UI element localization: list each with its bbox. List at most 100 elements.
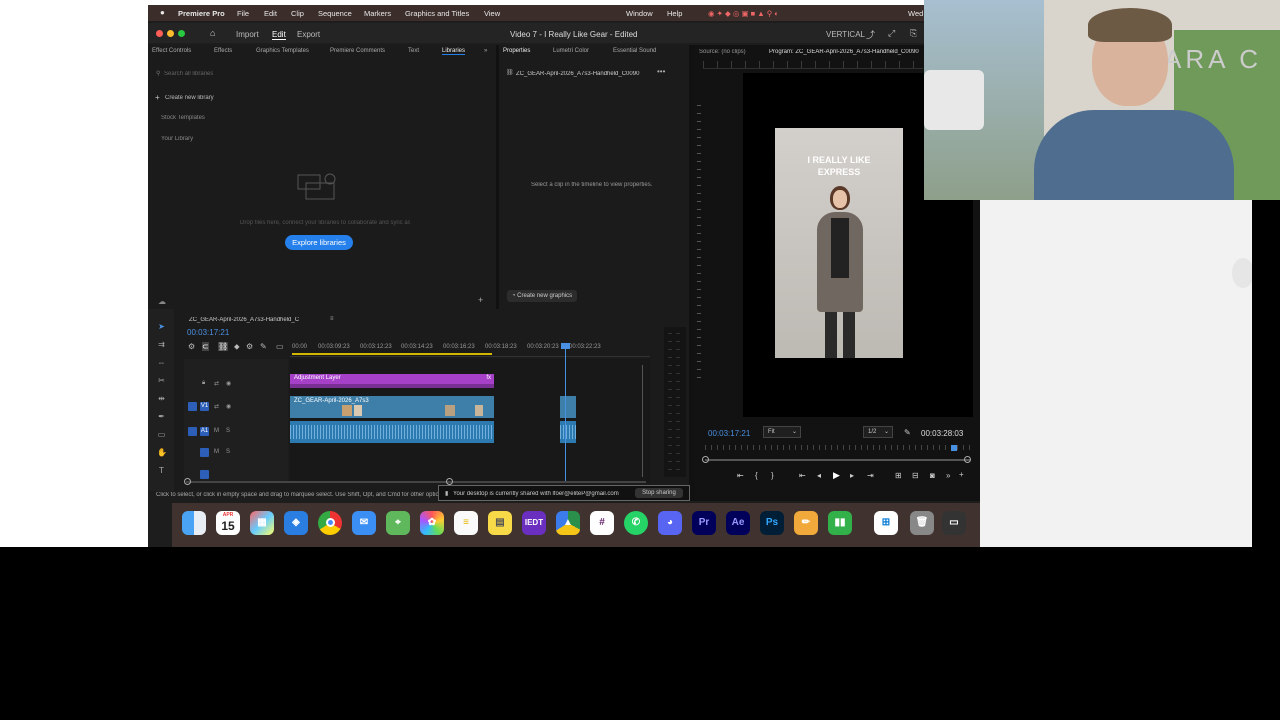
tracks-area[interactable]: Adjustment Layer fx ZC_GEAR-April-2026_A… [290, 343, 650, 483]
notes-icon[interactable]: ≡ [454, 511, 478, 535]
slack-icon[interactable]: # [590, 511, 614, 535]
explore-libraries-button[interactable]: Explore libraries [285, 235, 353, 250]
ripple-edit-icon[interactable]: ⇔ [157, 358, 166, 367]
overwrite-icon[interactable]: ⊟ [912, 471, 919, 480]
source-patch-a1[interactable] [188, 427, 197, 436]
maps-icon[interactable]: ⌖ [386, 511, 410, 535]
nav-import[interactable]: Import [236, 30, 259, 39]
work-area-bar[interactable] [292, 353, 492, 355]
tab-effects[interactable]: Effects [214, 48, 232, 54]
track-a3[interactable] [200, 470, 209, 479]
mail-icon[interactable]: ✉ [352, 511, 376, 535]
menu-clip[interactable]: Clip [291, 9, 304, 18]
library-search-input[interactable]: Search all libraries [164, 71, 213, 77]
add-icon[interactable]: + [478, 295, 483, 305]
lock-icon[interactable]: 🔒︎ [202, 380, 205, 387]
close-window-button[interactable] [156, 30, 163, 37]
tab-program-monitor[interactable]: Program: ZC_GEAR-April-2026_A7s3-Handhel… [769, 49, 919, 55]
tab-source-monitor[interactable]: Source: (no clips) [699, 49, 746, 55]
timeline-vertical-scrollbar[interactable] [642, 365, 648, 477]
snap-icon[interactable]: ⊂ [202, 342, 209, 351]
windows-app-icon[interactable]: ⊞ [874, 511, 898, 535]
fit-dropdown[interactable]: Fit ⌄ [763, 426, 801, 438]
discord-icon[interactable]: ◕ [658, 511, 682, 535]
mark-out-icon[interactable]: } [771, 471, 774, 480]
wrench-icon[interactable]: ✎ [904, 428, 911, 437]
selection-tool-icon[interactable]: ➤ [157, 322, 166, 331]
track-select-icon[interactable]: ⇉ [157, 340, 166, 349]
cloud-icon[interactable]: ☁ [158, 297, 166, 306]
step-forward-icon[interactable]: ▸ [850, 471, 854, 480]
photoshop-icon[interactable]: Ps [760, 511, 784, 535]
rectangle-tool-icon[interactable]: ▭ [157, 430, 166, 439]
timeline-playhead[interactable] [565, 343, 566, 483]
apple-icon[interactable]: ● [160, 8, 165, 17]
button-editor-icon[interactable]: + [959, 470, 964, 479]
nest-icon[interactable]: ⚙ [188, 342, 195, 351]
video-clip[interactable]: ZC_GEAR-April-2026_A7s3 [290, 396, 494, 418]
premiere-icon[interactable]: Pr [692, 511, 716, 535]
create-graphics-button[interactable]: ◔ Create new graphics [507, 290, 577, 302]
library-item[interactable]: Stock Templates [161, 115, 205, 121]
wrench-tl-icon[interactable]: ✎ [260, 342, 267, 351]
audio-clip[interactable] [290, 421, 494, 443]
stop-sharing-button[interactable]: Stop sharing [635, 488, 683, 498]
menu-window[interactable]: Window [626, 9, 653, 18]
adjustment-layer-clip[interactable]: Adjustment Layer fx [290, 374, 494, 384]
track-a2[interactable] [200, 448, 209, 457]
mute-icon[interactable]: M [214, 428, 219, 434]
insert-icon[interactable]: ⊞ [895, 471, 902, 480]
library-item[interactable]: Your Library [161, 136, 193, 142]
mute-icon[interactable]: M [214, 449, 219, 455]
sync-lock-icon[interactable]: ⇄ [214, 403, 219, 410]
export-frame-icon[interactable]: ◙ [930, 471, 935, 480]
after-effects-icon[interactable]: Ae [726, 511, 750, 535]
chrome-icon[interactable] [318, 511, 342, 535]
launchpad-icon[interactable]: ▦ [250, 511, 274, 535]
solo-icon[interactable]: S [226, 449, 230, 455]
plus-icon[interactable]: + [155, 93, 160, 102]
linked-selection-icon[interactable]: ⛓ [218, 342, 229, 351]
photos-icon[interactable]: ✿ [420, 511, 444, 535]
menu-view[interactable]: View [484, 9, 500, 18]
tab-effect-controls[interactable]: Effect Controls [152, 48, 191, 54]
drive-icon[interactable]: ▲ [556, 511, 580, 535]
add-marker-tl-icon[interactable]: ⬥ [234, 342, 240, 352]
scroll-handle-left[interactable] [184, 478, 191, 485]
home-icon[interactable]: ⌂ [210, 28, 215, 38]
safari-icon[interactable]: ◈ [284, 511, 308, 535]
go-to-out-icon[interactable]: ⇥ [867, 471, 874, 480]
add-marker-icon[interactable]: ⇤ [737, 471, 744, 480]
playhead-handle[interactable] [561, 343, 570, 349]
create-library-link[interactable]: Create new library [165, 95, 214, 101]
video-clip[interactable] [560, 396, 576, 418]
fullscreen-icon[interactable]: ⤢ [888, 28, 895, 39]
timeline-timecode[interactable]: 00:03:17:21 [187, 328, 229, 337]
tab-lumetri[interactable]: Lumetri Color [553, 48, 589, 54]
zoom-scrollbar[interactable] [705, 459, 970, 461]
monitor-ruler[interactable] [703, 61, 923, 69]
play-icon[interactable]: ▶ [833, 470, 840, 481]
zoom-handle-left[interactable] [702, 456, 709, 463]
more-options-icon[interactable]: ••• [657, 67, 665, 76]
menu-markers[interactable]: Markers [364, 9, 391, 18]
type-tool-icon[interactable]: T [157, 466, 166, 475]
tab-premiere-comments[interactable]: Premiere Comments [330, 48, 385, 54]
side-handle[interactable] [1232, 258, 1254, 288]
nav-edit[interactable]: Edit [272, 30, 286, 40]
razor-tool-icon[interactable]: ✂ [157, 376, 166, 385]
menu-edit[interactable]: Edit [264, 9, 277, 18]
zoom-window-button[interactable] [178, 30, 185, 37]
resolution-dropdown[interactable]: 1/2 ⌄ [863, 426, 893, 438]
hand-tool-icon[interactable]: ✋ [157, 448, 167, 457]
whatsapp-icon[interactable]: ✆ [624, 511, 648, 535]
quick-export-icon[interactable]: ⤴ [866, 28, 875, 41]
menu-graphics[interactable]: Graphics and Titles [405, 9, 469, 18]
calendar-icon[interactable]: APR 15 [216, 511, 240, 535]
tab-text[interactable]: Text [408, 48, 419, 54]
audio-clip[interactable] [560, 421, 576, 443]
pen-app-icon[interactable]: ✏ [794, 511, 818, 535]
sync-lock-icon[interactable]: ⇄ [214, 380, 219, 387]
monitor-time-ruler[interactable] [705, 445, 970, 450]
timeline-ruler[interactable]: 00:00 00:03:09:23 00:03:12:23 00:03:14:2… [290, 343, 650, 357]
